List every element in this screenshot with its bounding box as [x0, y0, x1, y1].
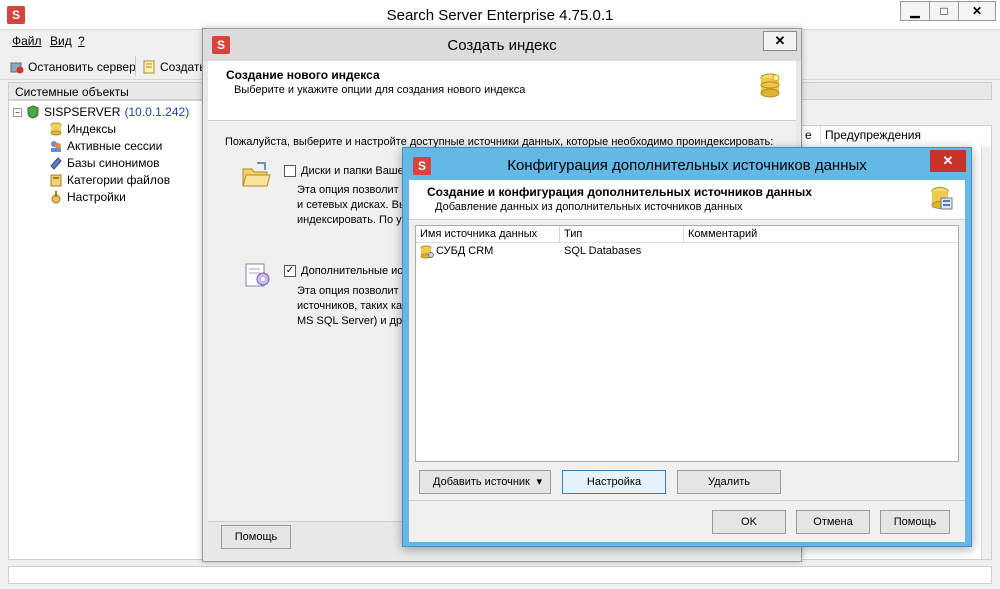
database-icon	[760, 73, 780, 98]
synonyms-icon	[50, 157, 62, 170]
create-index-title-bar: S Создать индекс ✕	[203, 29, 801, 61]
tree-item-label: Настройки	[67, 190, 126, 204]
menu-file[interactable]: Файл	[12, 34, 42, 48]
column-header-name[interactable]: Имя источника данных	[416, 226, 560, 243]
cell-source-name: СУБД CRM	[436, 245, 494, 257]
tree-server-node[interactable]: − SISPSERVER (10.0.1.242)	[13, 104, 189, 120]
tree-item-file-categories[interactable]: Категории файлов	[49, 172, 170, 188]
dialog-header: Создание и конфигурация дополнительных и…	[409, 180, 965, 220]
right-pane-scrollbar[interactable]	[981, 146, 991, 559]
dialog-title: Конфигурация дополнительных источников д…	[507, 157, 867, 174]
table-row[interactable]: СУБД CRM SQL Databases	[416, 244, 958, 260]
server-ip: (10.0.1.242)	[124, 105, 190, 119]
cell-source-type: SQL Databases	[564, 245, 642, 257]
file-categories-icon	[50, 174, 62, 187]
create-label: Создать	[160, 60, 206, 74]
description-line: и сетевых дисках. Вы	[297, 199, 407, 211]
header-title: Создание и конфигурация дополнительных и…	[427, 185, 812, 199]
tree-item-label: Базы синонимов	[67, 156, 160, 170]
menu-view[interactable]: Вид	[50, 34, 72, 48]
description-line: источников, таких как	[297, 300, 407, 312]
system-objects-tree: − SISPSERVER (10.0.1.242) Индексы Активн…	[8, 100, 208, 560]
header-subtitle: Добавление данных из дополнительных исто…	[435, 201, 743, 213]
column-header-warnings[interactable]: Предупреждения	[821, 126, 981, 144]
tree-item-indexes[interactable]: Индексы	[49, 121, 116, 137]
dialog-divider	[409, 500, 965, 501]
column-header-type[interactable]: Тип	[560, 226, 684, 243]
additional-sources-description: Эта опция позволит Ва источников, таких …	[297, 284, 415, 329]
left-panel-header: Системные объекты	[8, 82, 208, 100]
indexes-icon	[50, 122, 62, 136]
status-bar	[8, 566, 992, 584]
help-button[interactable]: Помощь	[880, 510, 950, 534]
column-header-partial[interactable]: е	[801, 126, 821, 144]
cancel-button[interactable]: Отмена	[796, 510, 870, 534]
right-panel-header	[800, 82, 992, 100]
delete-button[interactable]: Удалить	[677, 470, 781, 494]
grid-header: Имя источника данных Тип Комментарий	[416, 226, 958, 243]
stop-server-icon	[10, 62, 24, 74]
tree-item-label: Активные сессии	[67, 139, 163, 153]
tree-item-label: Индексы	[67, 122, 116, 136]
server-name: SISPSERVER	[44, 105, 121, 119]
database-config-icon	[931, 187, 953, 210]
create-button[interactable]: Создать	[142, 57, 206, 77]
dialog-title: Создать индекс	[447, 37, 557, 54]
description-line: Эта опция позволит Ва	[297, 184, 416, 196]
settings-icon	[51, 191, 61, 204]
additional-sources-label[interactable]: Дополнительные исто	[301, 264, 414, 279]
chevron-down-icon: ▾	[536, 476, 542, 488]
database-row-icon	[420, 245, 434, 259]
configure-button[interactable]: Настройка	[562, 470, 666, 494]
window-title: Search Server Enterprise 4.75.0.1	[386, 7, 614, 24]
create-icon	[143, 60, 155, 74]
tree-item-label: Категории файлов	[67, 173, 171, 187]
minimize-button[interactable]: ▁	[900, 1, 930, 21]
folder-icon	[242, 162, 271, 187]
close-window-button[interactable]: ✕	[958, 1, 996, 21]
maximize-button[interactable]: □	[929, 1, 959, 21]
close-dialog-button[interactable]: ✕	[930, 150, 966, 172]
server-shield-icon	[27, 105, 39, 119]
description-line: MS SQL Server) и друг	[297, 315, 412, 327]
disks-folders-checkbox[interactable]	[284, 165, 296, 177]
tree-item-active-sessions[interactable]: Активные сессии	[49, 138, 162, 154]
stop-server-button[interactable]: Остановить сервер	[10, 57, 136, 77]
additional-sources-icon	[245, 263, 270, 287]
additional-sources-checkbox[interactable]: ✓	[284, 265, 296, 277]
tree-item-synonym-bases[interactable]: Базы синонимов	[49, 155, 160, 171]
dialog-content: Создание и конфигурация дополнительных и…	[409, 180, 965, 542]
main-title-bar: S Search Server Enterprise 4.75.0.1 ▁ □ …	[0, 0, 1000, 30]
config-sources-title-bar: S Конфигурация дополнительных источников…	[403, 148, 971, 184]
add-source-label: Добавить источник	[433, 476, 530, 488]
tree-item-settings[interactable]: Настройки	[49, 189, 126, 205]
tree-expander-icon[interactable]: −	[13, 107, 22, 117]
ok-button[interactable]: OK	[712, 510, 786, 534]
add-source-button[interactable]: Добавить источник ▾	[419, 470, 551, 494]
data-sources-grid: Имя источника данных Тип Комментарий СУБ…	[415, 225, 959, 462]
sessions-icon	[51, 141, 61, 152]
stop-server-label: Остановить сервер	[28, 60, 136, 74]
help-button[interactable]: Помощь	[221, 525, 291, 549]
column-header-comment[interactable]: Комментарий	[684, 226, 958, 243]
dialog-header: Создание нового индекса Выберите и укажи…	[208, 61, 796, 121]
config-sources-dialog: S Конфигурация дополнительных источников…	[402, 147, 972, 547]
close-dialog-button[interactable]: ✕	[763, 31, 797, 51]
header-subtitle: Выберите и укажите опции для создания но…	[234, 84, 526, 96]
header-title: Создание нового индекса	[226, 68, 380, 82]
description-line: индексировать. По ум	[297, 214, 410, 226]
menu-help[interactable]: ?	[78, 34, 85, 48]
description-line: Эта опция позволит Ва	[297, 285, 416, 297]
disks-folders-description: Эта опция позволит Ва и сетевых дисках. …	[297, 183, 415, 228]
toolbar-separator	[135, 56, 136, 76]
